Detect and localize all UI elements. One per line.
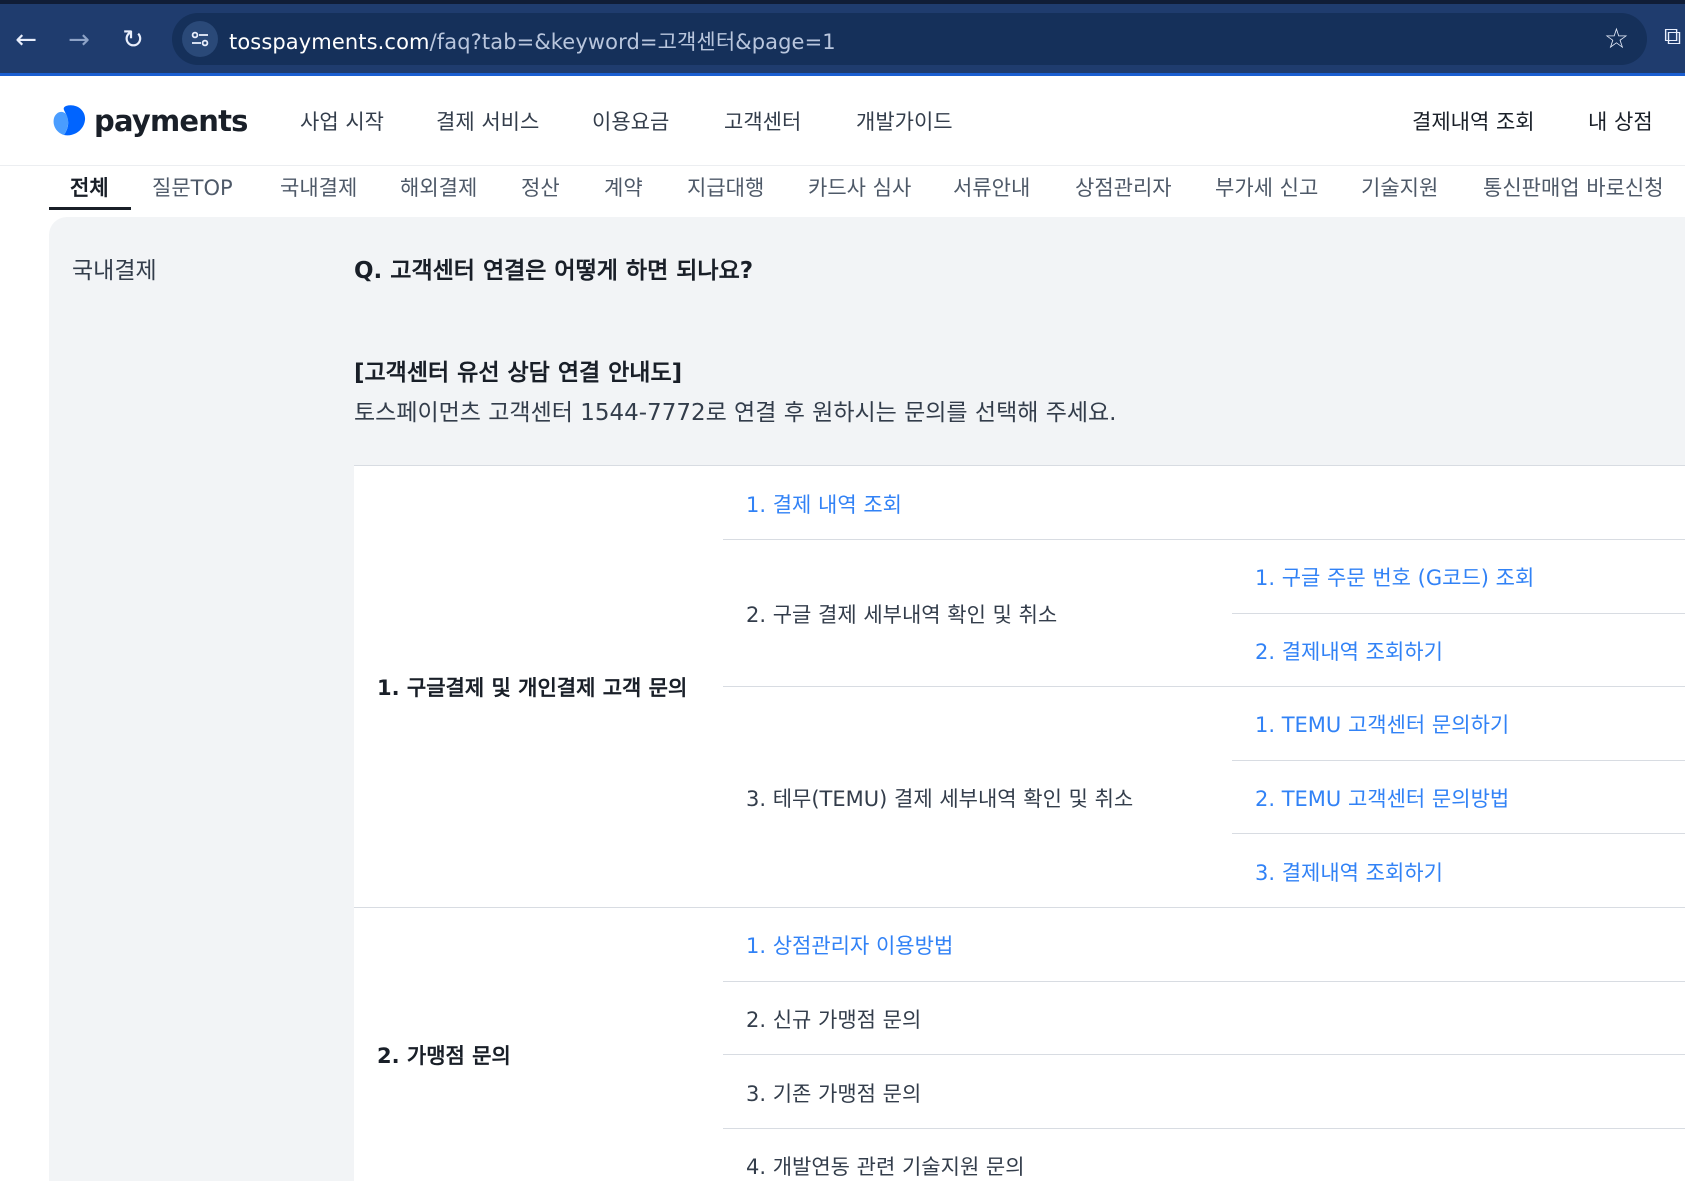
dev-support-label: 4. 개발연동 관련 기술지원 문의 <box>746 1155 1025 1179</box>
tab-settlement[interactable]: 정산 <box>521 172 560 202</box>
link-temu-payment-history[interactable]: 3. 결제내역 조회하기 <box>1255 857 1443 887</box>
tab-store-admin[interactable]: 상점관리자 <box>1075 172 1172 202</box>
site-header: payments 사업 시작 결제 서비스 이용요금 고객센터 개발가이드 결제… <box>0 76 1685 166</box>
logo[interactable]: payments <box>52 103 248 139</box>
tab-all[interactable]: 전체 <box>70 172 109 202</box>
forward-arrow-icon[interactable]: → <box>61 22 97 58</box>
tab-tech-support[interactable]: 기술지원 <box>1361 172 1438 202</box>
reload-icon[interactable]: ↻ <box>115 22 151 58</box>
row-divider <box>723 981 1685 982</box>
tab-domestic-payment[interactable]: 국내결제 <box>280 172 357 202</box>
existing-merchant-label: 3. 기존 가맹점 문의 <box>746 1082 922 1106</box>
group-title-google-personal: 1. 구글결제 및 개인결제 고객 문의 <box>377 676 688 700</box>
row-divider <box>723 539 1685 540</box>
link-temu-contact[interactable]: 1. TEMU 고객센터 문의하기 <box>1255 709 1509 739</box>
google-detail-label: 2. 구글 결제 세부내역 확인 및 취소 <box>746 603 1058 627</box>
temu-detail-label: 3. 테무(TEMU) 결제 세부내역 확인 및 취소 <box>746 787 1134 811</box>
tab-vat-report[interactable]: 부가세 신고 <box>1215 172 1318 202</box>
nav-pricing[interactable]: 이용요금 <box>592 106 669 136</box>
tab-strip-edge <box>0 0 1685 4</box>
row-divider <box>1232 760 1685 761</box>
row-divider <box>723 1054 1685 1055</box>
tab-documents[interactable]: 서류안내 <box>953 172 1030 202</box>
tab-top-questions[interactable]: 질문TOP <box>152 172 233 202</box>
browser-toolbar: ← → ↻ tosspayments.com/faq?tab=&keyword=… <box>0 0 1685 76</box>
group-title-merchant: 2. 가맹점 문의 <box>377 1044 511 1068</box>
link-store-admin-guide[interactable]: 1. 상점관리자 이용방법 <box>746 930 953 960</box>
row-divider <box>1232 833 1685 834</box>
nav-customer-center[interactable]: 고객센터 <box>724 106 801 136</box>
faq-content-panel: 국내결제 Q. 고객센터 연결은 어떻게 하면 되나요? [고객센터 유선 상담… <box>49 217 1685 1181</box>
bookmark-star-icon[interactable]: ☆ <box>1604 23 1629 55</box>
link-payment-history-lookup[interactable]: 2. 결제내역 조회하기 <box>1255 636 1443 666</box>
my-store-link[interactable]: 내 상점 <box>1588 106 1653 136</box>
url-text[interactable]: tosspayments.com/faq?tab=&keyword=고객센터&p… <box>229 26 836 56</box>
payment-history-link[interactable]: 결제내역 조회 <box>1412 106 1535 136</box>
tab-payout[interactable]: 지급대행 <box>687 172 764 202</box>
toss-logo-icon <box>52 104 88 138</box>
back-arrow-icon[interactable]: ← <box>8 22 44 58</box>
nav-business-start[interactable]: 사업 시작 <box>300 106 384 136</box>
tab-ecommerce-registration[interactable]: 통신판매업 바로신청 <box>1483 172 1664 202</box>
notice-text: 토스페이먼츠 고객센터 1544-7772로 연결 후 원하시는 문의를 선택해… <box>354 400 1117 426</box>
link-google-order-number[interactable]: 1. 구글 주문 번호 (G코드) 조회 <box>1255 562 1534 592</box>
notice-title: [고객센터 유선 상담 연결 안내도] <box>354 360 683 386</box>
url-path: /faq?tab=&keyword=고객센터&page=1 <box>429 30 836 54</box>
table-top-border <box>354 465 1685 466</box>
logo-text: payments <box>94 104 248 138</box>
address-bar[interactable]: tosspayments.com/faq?tab=&keyword=고객센터&p… <box>172 13 1647 65</box>
group-divider <box>354 907 1685 908</box>
extensions-icon[interactable]: ⧉ <box>1664 22 1681 50</box>
tab-overseas-payment[interactable]: 해외결제 <box>400 172 477 202</box>
nav-payment-service[interactable]: 결제 서비스 <box>436 106 539 136</box>
link-payment-history[interactable]: 1. 결제 내역 조회 <box>746 489 902 519</box>
tab-contract[interactable]: 계약 <box>604 172 643 202</box>
faq-category-label: 국내결제 <box>72 258 157 284</box>
row-divider <box>1232 613 1685 614</box>
row-divider <box>723 686 1685 687</box>
site-settings-icon[interactable] <box>182 21 218 57</box>
faq-category-tabs: 전체 질문TOP 국내결제 해외결제 정산 계약 지급대행 카드사 심사 서류안… <box>0 166 1685 212</box>
nav-dev-guide[interactable]: 개발가이드 <box>856 106 953 136</box>
active-tab-indicator <box>49 207 131 210</box>
faq-question: Q. 고객센터 연결은 어떻게 하면 되나요? <box>354 258 754 284</box>
new-merchant-label: 2. 신규 가맹점 문의 <box>746 1008 922 1032</box>
link-temu-contact-method[interactable]: 2. TEMU 고객센터 문의방법 <box>1255 783 1509 813</box>
url-host: tosspayments.com <box>229 30 430 54</box>
tab-card-review[interactable]: 카드사 심사 <box>808 172 911 202</box>
row-divider <box>723 1128 1685 1129</box>
